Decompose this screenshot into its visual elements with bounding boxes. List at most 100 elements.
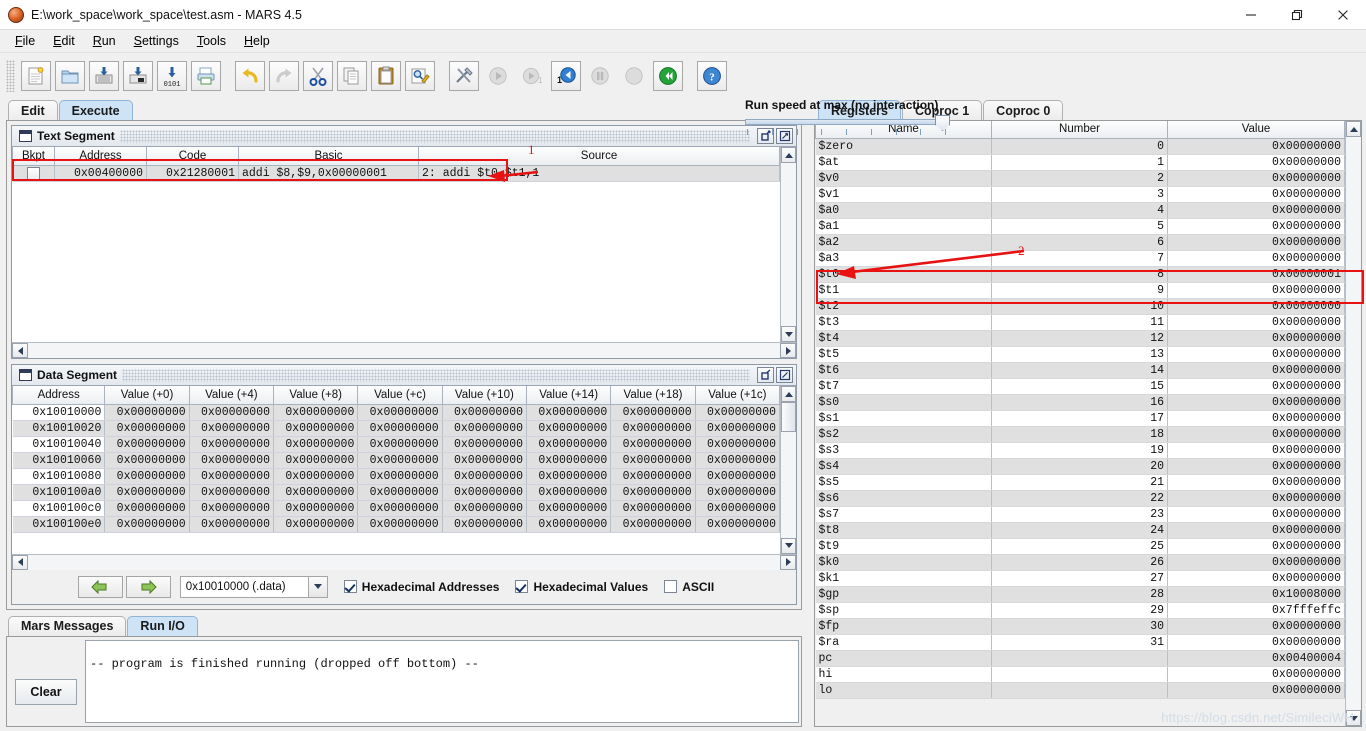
ds-value-cell[interactable]: 0x00000000 <box>695 516 779 532</box>
hscroll-track[interactable] <box>28 343 780 358</box>
scroll-up-icon[interactable] <box>781 386 796 402</box>
table-row[interactable]: $gp280x10008000 <box>816 586 1345 602</box>
table-row[interactable]: $s3190x00000000 <box>816 442 1345 458</box>
help-icon[interactable]: ? <box>697 61 727 91</box>
reg-col-number[interactable]: Number <box>992 121 1168 138</box>
ds-value-cell[interactable]: 0x00000000 <box>611 468 695 484</box>
data-segment-maximize-icon[interactable] <box>776 367 793 383</box>
scroll-down-icon[interactable] <box>781 538 796 554</box>
paste-icon[interactable] <box>371 61 401 91</box>
checkbox-box[interactable] <box>344 580 357 593</box>
assemble-icon[interactable] <box>449 61 479 91</box>
bkpt-cell[interactable] <box>13 165 55 181</box>
col-address[interactable]: Address <box>55 147 147 165</box>
ds-value-cell[interactable]: 0x00000000 <box>358 404 442 420</box>
ds-value-cell[interactable]: 0x00000000 <box>527 500 611 516</box>
ds-value-cell[interactable]: 0x00000000 <box>695 436 779 452</box>
register-value-cell[interactable]: 0x00000000 <box>1168 634 1345 650</box>
ds-value-cell[interactable]: 0x00000000 <box>358 468 442 484</box>
table-row[interactable]: $s4200x00000000 <box>816 458 1345 474</box>
text-segment-vscrollbar[interactable] <box>780 147 796 342</box>
breakpoint-checkbox[interactable] <box>27 167 40 180</box>
register-value-cell[interactable]: 0x00000000 <box>1168 202 1345 218</box>
table-row[interactable]: $a150x00000000 <box>816 218 1345 234</box>
register-value-cell[interactable]: 0x00000000 <box>1168 362 1345 378</box>
table-row[interactable]: $t4120x00000000 <box>816 330 1345 346</box>
ds-value-cell[interactable]: 0x00000000 <box>442 516 526 532</box>
ds-value-cell[interactable]: 0x00000000 <box>527 420 611 436</box>
ds-value-cell[interactable]: 0x00000000 <box>527 468 611 484</box>
ds-col-7[interactable]: Value (+18) <box>611 386 695 404</box>
ds-col-5[interactable]: Value (+10) <box>442 386 526 404</box>
ds-value-cell[interactable]: 0x00000000 <box>189 468 273 484</box>
menu-edit[interactable]: Edit <box>44 32 84 50</box>
table-row[interactable]: 0x100100600x000000000x000000000x00000000… <box>13 452 780 468</box>
tab-run-io[interactable]: Run I/O <box>127 616 197 636</box>
table-row[interactable]: $s1170x00000000 <box>816 410 1345 426</box>
ds-value-cell[interactable]: 0x00000000 <box>274 452 358 468</box>
table-row[interactable]: $a370x00000000 <box>816 250 1345 266</box>
register-value-cell[interactable]: 0x00000000 <box>1168 554 1345 570</box>
dump-memory-icon[interactable]: 0101 <box>157 61 187 91</box>
ds-value-cell[interactable]: 0x00000000 <box>189 452 273 468</box>
register-value-cell[interactable]: 0x00000000 <box>1168 378 1345 394</box>
ds-col-1[interactable]: Value (+0) <box>105 386 189 404</box>
register-value-cell[interactable]: 0x00000000 <box>1168 666 1345 682</box>
table-row[interactable]: $s6220x00000000 <box>816 490 1345 506</box>
ds-value-cell[interactable]: 0x00000000 <box>442 468 526 484</box>
find-replace-icon[interactable] <box>405 61 435 91</box>
register-value-cell[interactable]: 0x00000001 <box>1168 266 1345 282</box>
ds-value-cell[interactable]: 0x00000000 <box>527 404 611 420</box>
table-row[interactable]: hi0x00000000 <box>816 666 1345 682</box>
toolbar-grip[interactable] <box>6 60 15 92</box>
ds-value-cell[interactable]: 0x00000000 <box>189 500 273 516</box>
table-row[interactable]: pc0x00400004 <box>816 650 1345 666</box>
register-value-cell[interactable]: 0x00000000 <box>1168 426 1345 442</box>
register-value-cell[interactable]: 0x00000000 <box>1168 394 1345 410</box>
table-row[interactable]: 0x00400000 0x21280001 addi $8,$9,0x00000… <box>13 165 780 181</box>
register-value-cell[interactable]: 0x00000000 <box>1168 522 1345 538</box>
ds-value-cell[interactable]: 0x00000000 <box>611 420 695 436</box>
ds-col-4[interactable]: Value (+c) <box>358 386 442 404</box>
ds-value-cell[interactable]: 0x00000000 <box>358 484 442 500</box>
scroll-down-icon[interactable] <box>781 326 796 342</box>
prev-segment-button[interactable] <box>78 576 123 598</box>
hex-values-checkbox[interactable]: Hexadecimal Values <box>515 580 648 594</box>
close-icon[interactable] <box>1320 0 1366 30</box>
ds-col-2[interactable]: Value (+4) <box>189 386 273 404</box>
menu-run[interactable]: Run <box>84 32 125 50</box>
segment-select[interactable]: 0x10010000 (.data) <box>180 576 328 598</box>
table-row[interactable]: $ra310x00000000 <box>816 634 1345 650</box>
minimize-icon[interactable] <box>1228 0 1274 30</box>
register-value-cell[interactable]: 0x00400004 <box>1168 650 1345 666</box>
register-value-cell[interactable]: 0x00000000 <box>1168 618 1345 634</box>
table-row[interactable]: $t9250x00000000 <box>816 538 1345 554</box>
table-row[interactable]: $sp290x7fffeffc <box>816 602 1345 618</box>
table-row[interactable]: $s5210x00000000 <box>816 474 1345 490</box>
ds-value-cell[interactable]: 0x00000000 <box>105 484 189 500</box>
register-value-cell[interactable]: 0x00000000 <box>1168 570 1345 586</box>
register-value-cell[interactable]: 0x00000000 <box>1168 538 1345 554</box>
vscroll-thumb[interactable] <box>781 402 796 432</box>
undo-icon[interactable] <box>235 61 265 91</box>
table-row[interactable]: $fp300x00000000 <box>816 618 1345 634</box>
ds-value-cell[interactable]: 0x00000000 <box>695 452 779 468</box>
table-row[interactable]: $t8240x00000000 <box>816 522 1345 538</box>
hscroll-track[interactable] <box>28 555 780 570</box>
register-value-cell[interactable]: 0x00000000 <box>1168 138 1345 154</box>
run-speed-slider[interactable] <box>745 115 960 137</box>
checkbox-box[interactable] <box>515 580 528 593</box>
table-row[interactable]: $t190x00000000 <box>816 282 1345 298</box>
register-value-cell[interactable]: 0x00000000 <box>1168 442 1345 458</box>
table-row[interactable]: 0x100100200x000000000x000000000x00000000… <box>13 420 780 436</box>
scroll-up-icon[interactable] <box>1346 121 1361 137</box>
save-as-icon[interactable] <box>123 61 153 91</box>
tab-mars-messages[interactable]: Mars Messages <box>8 616 126 636</box>
register-value-cell[interactable]: 0x7fffeffc <box>1168 602 1345 618</box>
ds-value-cell[interactable]: 0x00000000 <box>442 500 526 516</box>
checkbox-box[interactable] <box>664 580 677 593</box>
scroll-right-icon[interactable] <box>780 343 796 358</box>
ds-value-cell[interactable]: 0x00000000 <box>358 420 442 436</box>
register-value-cell[interactable]: 0x00000000 <box>1168 282 1345 298</box>
register-value-cell[interactable]: 0x00000000 <box>1168 330 1345 346</box>
